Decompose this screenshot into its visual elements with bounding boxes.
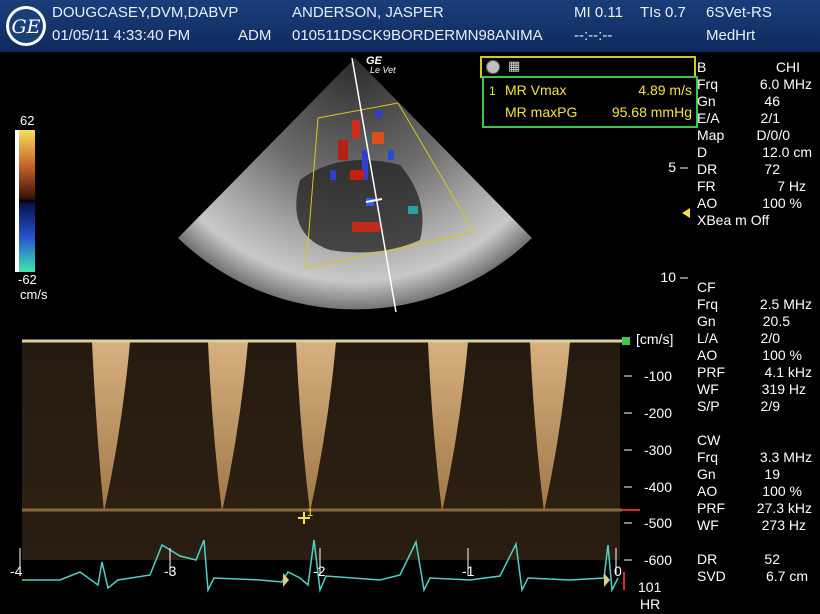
cw-frq-label: Frq	[697, 449, 718, 465]
cf-ao-value: 100 %	[762, 347, 802, 363]
measure-circle-icon[interactable]	[486, 60, 500, 74]
svg-text:GE: GE	[11, 16, 40, 38]
b-ea-label: E/A	[697, 110, 720, 126]
measurement-box: 1 MR Vmax 4.89 m/s MR maxPG 95.68 mmHg	[482, 76, 698, 128]
measurement-header[interactable]: ▦	[480, 56, 696, 78]
colorbar-unit: cm/s	[20, 287, 48, 302]
exam-id: 010511DSCK9BORDERMN98ANIMA	[292, 27, 543, 44]
mr-maxpg-value: 95.68 mmHg	[611, 104, 692, 120]
b-fr-value: 7 Hz	[777, 178, 806, 194]
exam-datetime: 01/05/11 4:33:40 PM	[52, 27, 191, 44]
b-fr-label: FR	[697, 178, 716, 194]
doppler-tick-300: -300	[643, 442, 672, 458]
cw-prf-label: PRF	[697, 500, 725, 516]
b-dr-label: DR	[697, 161, 718, 177]
doppler-tick-400: -400	[643, 479, 672, 495]
header-bar: GE DOUGCASEY,DVM,DABVP 01/05/11 4:33:40 …	[0, 0, 820, 52]
brand-sub-label: Le Vet	[370, 65, 396, 75]
cf-sp-value: 2/9	[760, 398, 780, 414]
cw-title: CW	[697, 432, 721, 448]
cf-sp-label: S/P	[697, 398, 720, 414]
cf-gn-label: Gn	[697, 313, 716, 329]
operator-name: DOUGCASEY,DVM,DABVP	[52, 4, 239, 21]
cursor-label: 1	[307, 507, 313, 519]
measure-index: 1	[489, 84, 496, 98]
cw-gn-label: Gn	[697, 466, 716, 482]
b-gn-value: 46	[764, 93, 780, 109]
ecg-time-tick-3: -3	[164, 563, 177, 579]
cw-ao-value: 100 %	[762, 483, 802, 499]
ge-logo-icon: GE	[6, 6, 46, 46]
cf-frq-value: 2.5 MHz	[759, 296, 812, 312]
b-map-label: Map	[697, 127, 725, 143]
cf-la-value: 2/0	[760, 330, 780, 346]
cf-wf-value: 319 Hz	[761, 381, 806, 397]
b-ao-value: 100 %	[762, 195, 802, 211]
cf-wf-label: WF	[697, 381, 719, 397]
cf-title: CF	[697, 279, 716, 295]
mr-vmax-value: 4.89 m/s	[638, 82, 692, 98]
cw-frq-value: 3.3 MHz	[759, 449, 812, 465]
ecg-time-tick-0: 0	[614, 563, 622, 579]
doppler-tick-600: -600	[643, 552, 672, 568]
cf-gn-value: 20.5	[762, 313, 790, 329]
cf-prf-value: 4.1 kHz	[764, 364, 812, 380]
heart-rate-value: 101	[638, 579, 662, 595]
doppler-tick-100: -100	[643, 368, 672, 384]
probe-name: 6SVet-RS	[706, 4, 772, 21]
doppler-scale-unit: [cm/s]	[636, 331, 674, 347]
colorbar-bottom-value: -62	[18, 272, 37, 287]
depth-label-5: 5	[668, 159, 676, 175]
cw-prf-value: 27.3 kHz	[756, 500, 812, 516]
patient-name: ANDERSON, JASPER	[292, 4, 444, 21]
heart-rate-label: HR	[640, 596, 661, 612]
doppler-scale-ticks	[624, 375, 632, 561]
cw-ao-label: AO	[697, 483, 718, 499]
svd-value: 6.7 cm	[765, 568, 808, 584]
doppler-tick-200: -200	[643, 405, 672, 421]
b-depth-label: D	[697, 144, 708, 160]
cw-wf-label: WF	[697, 517, 719, 533]
cw-wf-value: 273 Hz	[761, 517, 806, 533]
cf-prf-label: PRF	[697, 364, 725, 380]
mi-value: MI 0.11	[574, 4, 623, 21]
b-depth-value: 12.0 cm	[762, 144, 812, 160]
b-gn-label: Gn	[697, 93, 716, 109]
ecg-time-tick-1: -1	[462, 563, 475, 579]
preset-name: MedHrt	[706, 27, 756, 44]
color-scale-edge	[15, 130, 19, 272]
cf-la-label: L/A	[697, 330, 719, 346]
ecg-end-marker-icon	[604, 573, 610, 587]
mr-vmax-label: MR Vmax	[505, 82, 567, 98]
doppler-tick-500: -500	[643, 515, 672, 531]
b-map-value: D/0/0	[756, 127, 790, 143]
b-xbeam-label: XBea m Off	[697, 212, 770, 228]
depth-label-10: 10	[660, 269, 676, 285]
cw-gn-value: 19	[764, 466, 780, 482]
focus-marker-icon[interactable]	[682, 208, 690, 218]
cf-frq-label: Frq	[697, 296, 718, 312]
calculator-icon[interactable]: ▦	[508, 58, 520, 74]
b-mode-harmonic: CHI	[775, 59, 800, 75]
b-mode-title: B	[697, 59, 707, 75]
ecg-time-tick-2: -2	[313, 563, 326, 579]
tis-value: TIs 0.7	[640, 4, 686, 21]
exam-timer: --:--:--	[574, 27, 613, 44]
b-dr-value: 72	[764, 161, 780, 177]
baseline-marker-icon[interactable]	[622, 337, 630, 345]
svd-label: SVD	[697, 568, 726, 584]
colorbar-top-value: 62	[20, 113, 35, 128]
cf-ao-label: AO	[697, 347, 718, 363]
mr-maxpg-label: MR maxPG	[505, 104, 578, 120]
dr-label: DR	[697, 551, 718, 567]
b-frq-label: Frq	[697, 76, 718, 92]
b-ea-value: 2/1	[760, 110, 780, 126]
b-frq-value: 6.0 MHz	[759, 76, 812, 92]
dr-value: 52	[764, 551, 780, 567]
adm-label: ADM	[238, 27, 272, 44]
ecg-time-tick-4: -4	[10, 563, 23, 579]
b-ao-label: AO	[697, 195, 718, 211]
